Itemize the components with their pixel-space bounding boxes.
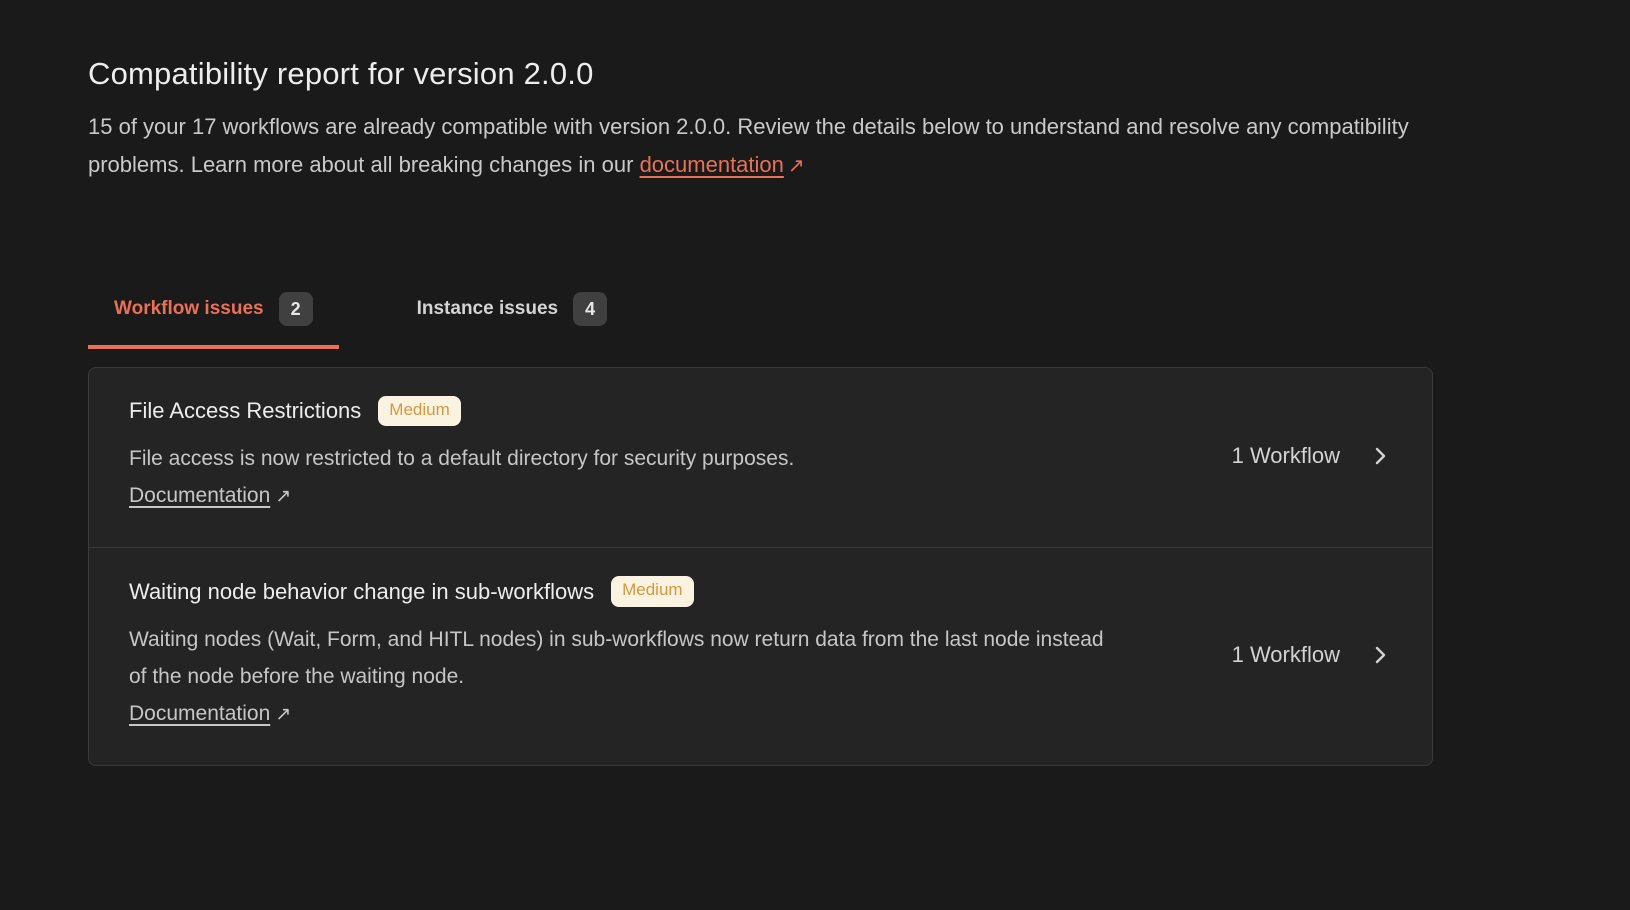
severity-badge: Medium bbox=[378, 396, 460, 426]
issue-documentation-link[interactable]: Documentation bbox=[129, 484, 270, 507]
issue-title: Waiting node behavior change in sub-work… bbox=[129, 579, 594, 605]
tab-workflow-issues-count-badge: 2 bbox=[279, 292, 313, 326]
external-link-icon: ↗ bbox=[788, 155, 805, 177]
tab-instance-issues-count-badge: 4 bbox=[573, 292, 607, 326]
chevron-right-icon[interactable] bbox=[1368, 643, 1392, 667]
issue-meta: 1 Workflow bbox=[1202, 443, 1392, 469]
issue-meta: 1 Workflow bbox=[1202, 642, 1392, 668]
compatibility-report-panel: Compatibility report for version 2.0.0 1… bbox=[0, 0, 1433, 766]
severity-badge: Medium bbox=[611, 576, 693, 606]
workflow-count-label: 1 Workflow bbox=[1232, 443, 1340, 469]
chevron-right-icon[interactable] bbox=[1368, 444, 1392, 468]
workflow-count-label: 1 Workflow bbox=[1232, 642, 1340, 668]
issue-title: File Access Restrictions bbox=[129, 398, 361, 424]
tab-instance-issues[interactable]: Instance issues 4 bbox=[391, 273, 634, 349]
issue-description: File access is now restricted to a defau… bbox=[129, 440, 794, 477]
issue-description: Waiting nodes (Wait, Form, and HITL node… bbox=[129, 621, 1104, 695]
issues-tabs: Workflow issues 2 Instance issues 4 bbox=[88, 273, 1433, 349]
external-link-icon: ↗ bbox=[275, 704, 291, 725]
page-title: Compatibility report for version 2.0.0 bbox=[88, 56, 1433, 92]
documentation-link[interactable]: documentation bbox=[640, 152, 784, 177]
issue-details: File Access Restrictions Medium File acc… bbox=[129, 396, 794, 515]
page-description: 15 of your 17 workflows are already comp… bbox=[88, 108, 1433, 185]
external-link-icon: ↗ bbox=[275, 486, 291, 507]
issue-details: Waiting node behavior change in sub-work… bbox=[129, 576, 1104, 732]
workflow-issues-list: File Access Restrictions Medium File acc… bbox=[88, 367, 1433, 766]
issue-row-waiting-node-behavior[interactable]: Waiting node behavior change in sub-work… bbox=[89, 547, 1432, 764]
tab-workflow-issues-label: Workflow issues bbox=[114, 298, 264, 320]
issue-row-file-access-restrictions[interactable]: File Access Restrictions Medium File acc… bbox=[89, 368, 1432, 547]
tab-workflow-issues[interactable]: Workflow issues 2 bbox=[88, 273, 339, 349]
issue-documentation-link[interactable]: Documentation bbox=[129, 702, 270, 725]
tab-instance-issues-label: Instance issues bbox=[417, 298, 559, 320]
